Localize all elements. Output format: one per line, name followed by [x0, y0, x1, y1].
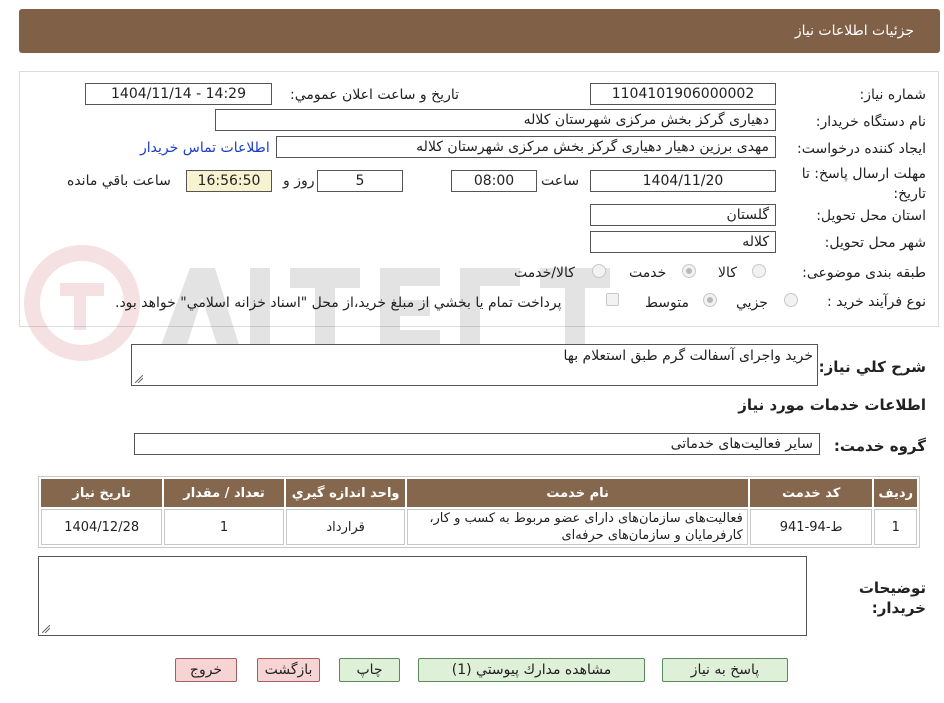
announce-field: 1404/11/14 - 14:29	[85, 83, 272, 105]
category-goods-label: كالا	[718, 265, 737, 281]
resize-grip-icon[interactable]	[42, 625, 50, 633]
process-label: نوع فرآيند خريد :	[827, 294, 926, 310]
requester-label: ايجاد كننده درخواست:	[797, 141, 926, 157]
cell-code: ط-94-941	[749, 509, 873, 545]
city-field: کلاله	[590, 231, 776, 253]
deadline-time-label: ساعت	[541, 173, 580, 189]
resize-grip-icon[interactable]	[135, 375, 143, 383]
process-medium-radio[interactable]	[703, 293, 717, 307]
service-group-field: ساير فعاليت‌هاى خدماتى	[134, 433, 820, 455]
description-textarea[interactable]: خرید واجرای آسفالت گرم طبق استعلام بها	[131, 344, 818, 386]
buyer-org-label: نام دستگاه خريدار:	[815, 114, 926, 130]
requester-field: مهدی برزین دهیار دهیاری گرکز بخش مرکزی ش…	[276, 136, 776, 158]
announce-label: تاريخ و ساعت اعلان عمومي:	[290, 87, 459, 103]
buyer-org-field: دهیاری گرکز بخش مرکزی شهرستان کلاله	[215, 109, 776, 131]
print-button[interactable]: چاپ	[339, 658, 400, 682]
col-row: رديف	[874, 479, 917, 507]
back-button[interactable]: بازگشت	[257, 658, 320, 682]
cell-qty: 1	[164, 509, 284, 545]
category-goods-service-radio[interactable]	[592, 264, 606, 278]
category-goods-radio[interactable]	[752, 264, 766, 278]
need-number-field: 1104101906000002	[590, 83, 776, 105]
table-row: 1 ط-94-941 فعاليت‌هاى سازمان‌هاى داراى ع…	[41, 509, 917, 545]
category-label: طبقه بندی موضوعی:	[802, 265, 926, 281]
table-header-row: رديف كد خدمت نام خدمت واحد اندازه گيري ت…	[41, 479, 917, 507]
cell-row: 1	[874, 509, 917, 545]
services-section-title: اطلاعات خدمات مورد نياز	[738, 396, 926, 414]
cell-date: 1404/12/28	[41, 509, 163, 545]
days-field: 5	[317, 170, 403, 192]
buyer-contact-link[interactable]: اطلاعات تماس خريدار	[140, 140, 270, 156]
category-goods-service-label: كالا/خدمت	[514, 265, 575, 281]
col-qty: تعداد / مقدار	[164, 479, 284, 507]
process-medium-label: متوسط	[645, 295, 689, 311]
cell-unit: قرارداد	[285, 509, 406, 545]
treasury-note: پرداخت تمام يا بخشي از مبلغ خريد،از محل …	[115, 295, 562, 311]
notes-label: توضيحات خريدار:	[858, 579, 926, 617]
deadline-time-field: 08:00	[451, 170, 537, 192]
remaining-time-field: 16:56:50	[186, 170, 272, 192]
col-name: نام خدمت	[407, 479, 748, 507]
remaining-label: ساعت باقي مانده	[67, 173, 171, 189]
page-header: جزئيات اطلاعات نياز	[19, 9, 940, 53]
cell-name: فعاليت‌هاى سازمان‌هاى داراى عضو مربوط به…	[407, 509, 748, 545]
deadline-label: مهلت ارسال پاسخ: تا تاريخ:	[801, 166, 926, 202]
category-service-radio[interactable]	[682, 264, 696, 278]
process-minor-label: جزيي	[736, 295, 768, 311]
description-label: شرح كلي نياز:	[818, 358, 926, 376]
reply-button[interactable]: پاسخ به نياز	[662, 658, 788, 682]
need-number-label: شماره نياز:	[859, 87, 927, 103]
city-label: شهر محل تحويل:	[824, 235, 926, 251]
treasury-checkbox[interactable]	[606, 293, 619, 306]
col-code: كد خدمت	[749, 479, 873, 507]
services-table: رديف كد خدمت نام خدمت واحد اندازه گيري ت…	[38, 476, 920, 548]
col-date: تاريخ نياز	[41, 479, 163, 507]
process-minor-radio[interactable]	[784, 293, 798, 307]
col-unit: واحد اندازه گيري	[285, 479, 406, 507]
province-label: استان محل تحويل:	[816, 208, 926, 224]
deadline-date-field: 1404/11/20	[590, 170, 776, 192]
days-label: روز و	[283, 173, 315, 189]
page-title: جزئيات اطلاعات نياز	[794, 23, 914, 39]
province-field: گلستان	[590, 204, 776, 226]
attachments-button[interactable]: مشاهده مدارك پيوستي (1)	[418, 658, 645, 682]
service-group-label: گروه خدمت:	[833, 437, 926, 455]
category-service-label: خدمت	[629, 265, 667, 281]
description-text: خرید واجرای آسفالت گرم طبق استعلام بها	[563, 348, 813, 364]
exit-button[interactable]: خروج	[175, 658, 237, 682]
notes-textarea[interactable]	[38, 556, 807, 636]
